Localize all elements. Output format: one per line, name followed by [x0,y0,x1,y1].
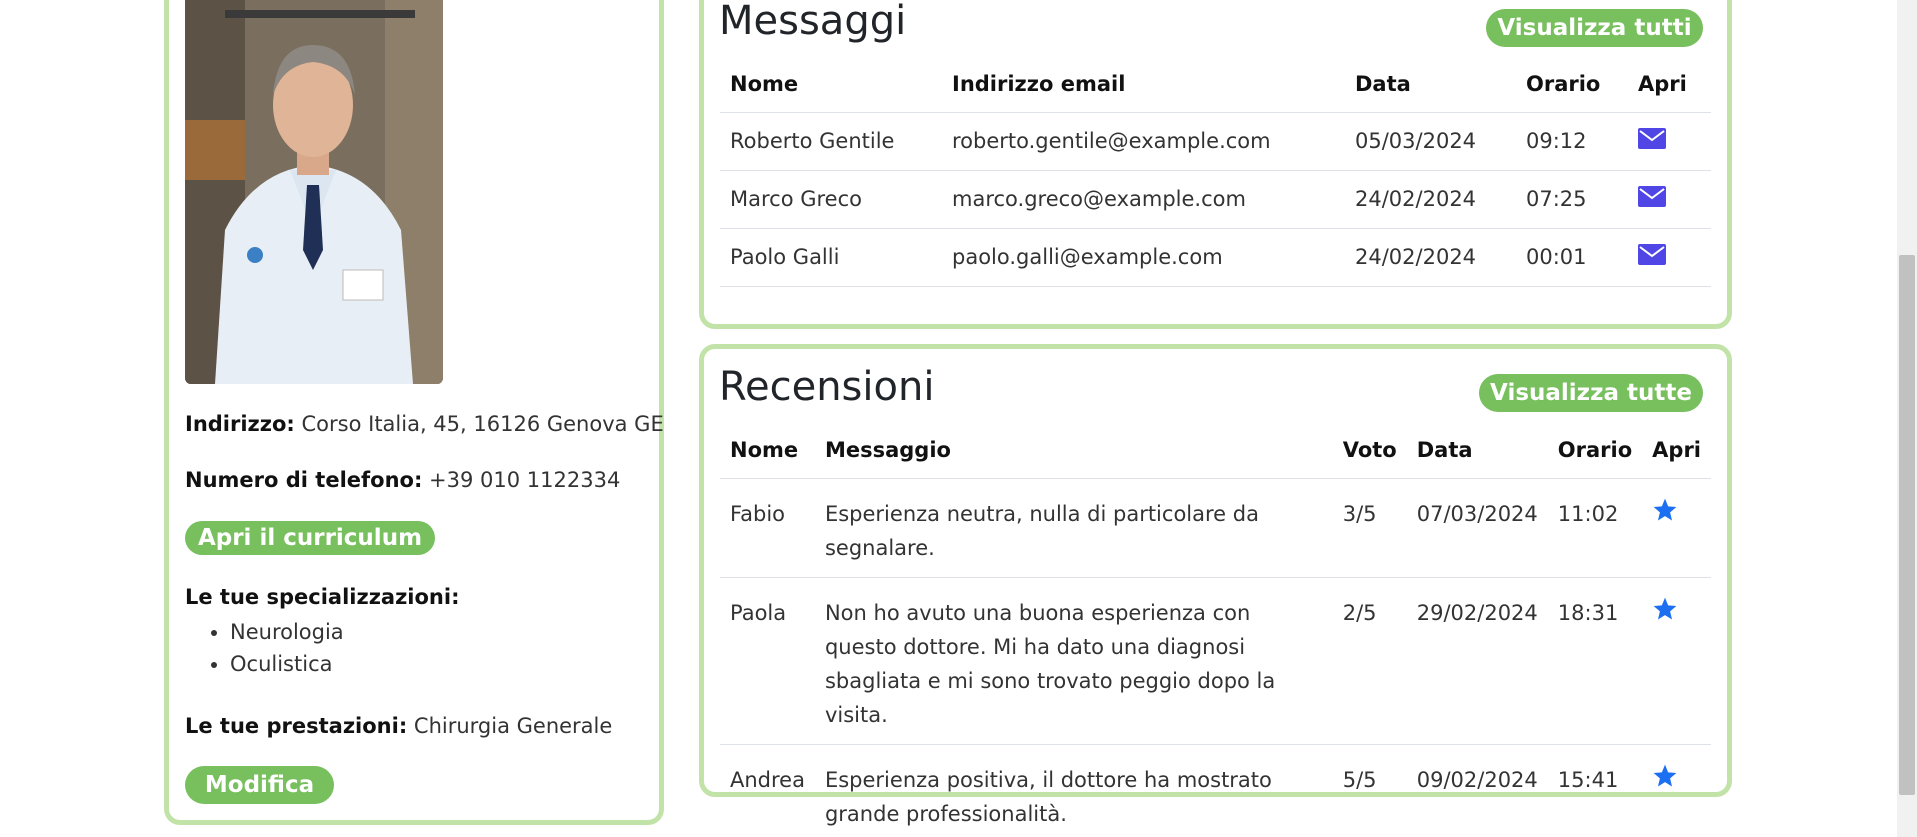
open-cv-button[interactable]: Apri il curriculum [185,521,435,555]
messages-view-all-button[interactable]: Visualizza tutti [1486,9,1703,47]
star-icon[interactable] [1652,596,1678,622]
envelope-icon[interactable] [1638,128,1666,149]
doctor-photo [185,0,443,384]
open-message-button[interactable] [1628,112,1711,171]
column-header-score: Voto [1332,422,1407,479]
message-time: 07:25 [1516,170,1628,229]
reviews-header-row: Nome Messaggio Voto Data Orario Apri [720,422,1711,479]
phone-line: Numero di telefono: +39 010 1122334 [185,468,620,492]
table-row: Fabio Esperienza neutra, nulla di partic… [720,478,1711,578]
specializations-list: Neurologia Oculistica [230,620,344,684]
review-time: 15:41 [1547,744,1643,837]
specializations-heading: Le tue specializzazioni: [185,585,459,609]
message-email: marco.greco@example.com [942,170,1345,229]
message-sender: Marco Greco [720,170,942,229]
review-date: 29/02/2024 [1406,577,1548,745]
column-header-open: Apri [1628,56,1711,113]
table-row: Marco Greco marco.greco@example.com 24/0… [720,170,1711,229]
column-header-name: Nome [720,422,815,479]
open-review-button[interactable] [1642,744,1711,837]
specializations-label: Le tue specializzazioni: [185,585,460,609]
table-row: Andrea Esperienza positiva, il dottore h… [720,744,1711,837]
open-review-button[interactable] [1642,478,1711,578]
phone-value: +39 010 1122334 [429,468,621,492]
services-value: Chirurgia Generale [413,714,613,738]
column-header-email: Indirizzo email [942,56,1345,113]
message-sender: Roberto Gentile [720,112,942,171]
reviews-table: Nome Messaggio Voto Data Orario Apri Fab… [720,422,1711,837]
star-icon[interactable] [1652,763,1678,789]
vertical-scrollbar[interactable] [1897,0,1917,837]
review-score: 3/5 [1332,478,1407,578]
message-email: roberto.gentile@example.com [942,112,1345,171]
review-author: Andrea [720,744,815,837]
messages-header-row: Nome Indirizzo email Data Orario Apri [720,56,1711,113]
review-author: Paola [720,577,815,745]
services-line: Le tue prestazioni: Chirurgia Generale [185,714,612,738]
message-time: 00:01 [1516,228,1628,287]
review-author: Fabio [720,478,815,578]
message-date: 24/02/2024 [1345,228,1516,287]
reviews-title: Recensioni [719,364,935,410]
review-date: 09/02/2024 [1406,744,1548,837]
edit-button[interactable]: Modifica [185,766,334,804]
message-email: paolo.galli@example.com [942,228,1345,287]
specialization-item: Oculistica [230,652,344,676]
message-date: 24/02/2024 [1345,170,1516,229]
column-header-open: Apri [1642,422,1711,479]
open-message-button[interactable] [1628,170,1711,229]
table-row: Paola Non ho avuto una buona esperienza … [720,577,1711,745]
specialization-item: Neurologia [230,620,344,644]
review-date: 07/03/2024 [1406,478,1548,578]
table-row: Roberto Gentile roberto.gentile@example.… [720,112,1711,171]
message-time: 09:12 [1516,112,1628,171]
column-header-time: Orario [1547,422,1643,479]
messages-title: Messaggi [719,0,907,44]
message-sender: Paolo Galli [720,228,942,287]
open-message-button[interactable] [1628,228,1711,287]
column-header-message: Messaggio [814,422,1333,479]
review-message: Non ho avuto una buona esperienza con qu… [814,577,1333,745]
services-label: Le tue prestazioni: [185,714,408,738]
address-label: Indirizzo: [185,412,295,436]
column-header-date: Data [1345,56,1516,113]
table-row: Paolo Galli paolo.galli@example.com 24/0… [720,228,1711,287]
review-score: 5/5 [1332,744,1407,837]
review-message: Esperienza neutra, nulla di particolare … [814,478,1333,578]
star-icon[interactable] [1652,497,1678,523]
address-line: Indirizzo: Corso Italia, 45, 16126 Genov… [185,412,664,436]
messages-table: Nome Indirizzo email Data Orario Apri Ro… [720,56,1711,287]
review-message: Esperienza positiva, il dottore ha mostr… [814,744,1333,837]
review-time: 11:02 [1547,478,1643,578]
address-value: Corso Italia, 45, 16126 Genova GE [301,412,664,436]
envelope-icon[interactable] [1638,244,1666,265]
column-header-date: Data [1406,422,1548,479]
column-header-time: Orario [1516,56,1628,113]
phone-label: Numero di telefono: [185,468,423,492]
message-date: 05/03/2024 [1345,112,1516,171]
review-score: 2/5 [1332,577,1407,745]
scrollbar-thumb[interactable] [1899,255,1915,795]
review-time: 18:31 [1547,577,1643,745]
open-review-button[interactable] [1642,577,1711,745]
envelope-icon[interactable] [1638,186,1666,207]
column-header-name: Nome [720,56,942,113]
reviews-view-all-button[interactable]: Visualizza tutte [1479,374,1703,412]
